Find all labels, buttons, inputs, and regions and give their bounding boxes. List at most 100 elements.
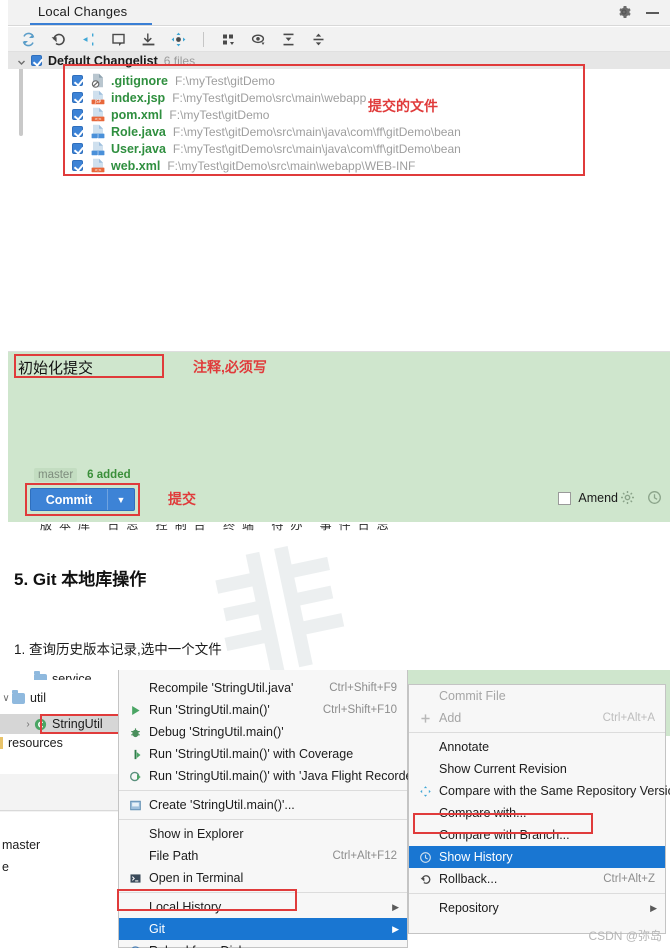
doc-step-1: 1. 查询历史版本记录,选中一个文件 (14, 642, 222, 657)
amend-checkbox-group[interactable]: Amend (558, 491, 618, 505)
shelve-silently-icon[interactable] (80, 31, 97, 48)
collapse-all-icon[interactable] (310, 31, 327, 48)
submenu-item-show-current-revision[interactable]: Show Current Revision (409, 758, 665, 780)
submenu-item-compare-with-branch[interactable]: Compare with Branch... (409, 824, 665, 846)
file-checkbox[interactable] (72, 109, 83, 120)
expand-all-icon[interactable] (280, 31, 297, 48)
minimize-icon[interactable] (646, 4, 662, 20)
list-item[interactable]: J User.java F:\myTest\gitDemo\src\main\j… (72, 140, 612, 157)
compare-icon (417, 783, 433, 799)
file-path: F:\myTest\gitDemo (174, 73, 275, 88)
context-menu[interactable]: Build Module 'utils' Recompile 'StringUt… (117, 670, 419, 948)
list-item[interactable]: .gitignore F:\myTest\gitDemo (72, 72, 612, 89)
commit-message-area: 初始化提交 注释,必须写 master 6 added Commit ▼ 提交 … (8, 352, 670, 522)
gear-icon[interactable] (620, 490, 635, 505)
chevron-right-icon: ▶ (392, 901, 399, 912)
refresh-icon[interactable] (20, 31, 37, 48)
file-checkbox[interactable] (72, 126, 83, 137)
changelist-checkbox[interactable] (31, 55, 42, 66)
menu-item-reload-from-disk[interactable]: Reload from Disk (119, 940, 407, 948)
menu-item-open-in-terminal[interactable]: Open in Terminal (119, 867, 407, 889)
history-icon[interactable] (647, 490, 662, 505)
list-item[interactable]: J Role.java F:\myTest\gitDemo\src\main\j… (72, 123, 612, 140)
file-checkbox[interactable] (72, 75, 83, 86)
chevron-right-icon: ▶ (650, 902, 657, 913)
submenu-item-rollback[interactable]: Rollback... Ctrl+Alt+Z (409, 868, 665, 890)
create-config-icon (127, 797, 143, 813)
list-item[interactable]: <> web.xml F:\myTest\gitDemo\src\main\we… (72, 157, 612, 174)
menu-item-label: Run 'StringUtil.main()' with 'Java Fligh… (149, 769, 420, 783)
chevron-right-icon[interactable]: › (22, 719, 34, 730)
menu-item-local-history[interactable]: Local History ▶ (119, 896, 407, 918)
list-scrollbar[interactable] (19, 58, 23, 136)
menu-item-build-module[interactable]: Build Module 'utils' (119, 670, 407, 677)
move-to-changelist-icon[interactable] (170, 31, 187, 48)
folder-icon (34, 670, 47, 680)
gear-icon[interactable] (616, 4, 632, 20)
submenu-item-show-history[interactable]: Show History (409, 846, 665, 868)
file-name: web.xml (111, 158, 161, 173)
file-path: F:\myTest\gitDemo\src\main\java\com\ff\g… (172, 141, 461, 156)
menu-item-run[interactable]: Run 'StringUtil.main()' Ctrl+Shift+F10 (119, 699, 407, 721)
panel-window-controls (616, 4, 662, 20)
submenu-item-add[interactable]: Add Ctrl+Alt+A (409, 707, 665, 729)
menu-item-label: Create 'StringUtil.main()'... (149, 798, 295, 812)
list-item[interactable]: <> pom.xml F:\myTest\gitDemo (72, 106, 612, 123)
rollback-icon[interactable] (50, 31, 67, 48)
submenu-item-commit-file[interactable]: Commit File (409, 685, 665, 707)
submenu-item-annotate[interactable]: Annotate (409, 736, 665, 758)
submenu-item-compare-same-repo[interactable]: Compare with the Same Repository Version (409, 780, 670, 802)
git-submenu[interactable]: Commit File Add Ctrl+Alt+A Annotate Show… (408, 684, 670, 934)
file-checkbox[interactable] (72, 92, 83, 103)
chevron-down-icon[interactable]: ∨ (0, 693, 12, 704)
submenu-item-compare-with[interactable]: Compare with... (409, 802, 665, 824)
blank-icon (127, 899, 143, 915)
page-title: 5. Git 本地库操作 (14, 570, 147, 589)
changelist-header-row[interactable]: Default Changelist 6 files (8, 52, 670, 69)
file-checkbox[interactable] (72, 160, 83, 171)
annotation-label-files: 提交的文件 (368, 98, 438, 114)
menu-item-git[interactable]: Git ▶ (119, 918, 407, 940)
tree-item-util[interactable]: ∨ util (0, 688, 46, 708)
menu-item-recompile[interactable]: Recompile 'StringUtil.java' Ctrl+Shift+F… (119, 677, 407, 699)
menu-item-label: Run 'StringUtil.main()' with Coverage (149, 747, 354, 761)
java-file-icon: J (91, 141, 105, 156)
chevron-down-icon[interactable] (16, 55, 27, 66)
annotation-label-message: 注释,必须写 (193, 359, 267, 375)
page-root: Local Changes Default Changelist 6 files… (0, 0, 670, 948)
group-by-icon[interactable] (220, 31, 237, 48)
submenu-item-repository[interactable]: Repository ▶ (409, 897, 665, 919)
file-checkbox[interactable] (72, 143, 83, 154)
menu-separator (119, 790, 407, 791)
file-name: .gitignore (111, 73, 168, 88)
amend-checkbox[interactable] (558, 491, 572, 505)
commit-footer-icons (620, 490, 662, 505)
menu-item-show-in-explorer[interactable]: Show in Explorer (119, 823, 407, 845)
menu-item-run-jfr[interactable]: Run 'StringUtil.main()' with 'Java Fligh… (119, 765, 419, 787)
changes-list[interactable]: Default Changelist 6 files .gitignore F:… (8, 52, 670, 352)
menu-item-debug[interactable]: Debug 'StringUtil.main()' (119, 721, 407, 743)
menu-item-label: Show Current Revision (439, 762, 567, 776)
list-item[interactable]: JSP index.jsp F:\myTest\gitDemo\src\main… (72, 89, 612, 106)
unshelve-icon[interactable] (140, 31, 157, 48)
tree-item-service[interactable]: service (0, 670, 92, 680)
blank-icon (417, 761, 433, 777)
preview-diff-icon[interactable] (250, 31, 267, 48)
blank-icon (127, 921, 143, 937)
watermark-credit: CSDN @弥岛 (588, 929, 662, 943)
status-bar-branch[interactable]: master (2, 838, 40, 852)
java-file-icon: J (91, 124, 105, 139)
tree-item-label: resources (8, 736, 63, 750)
tab-local-changes[interactable]: Local Changes (38, 4, 127, 19)
menu-item-run-coverage[interactable]: Run 'StringUtil.main()' with Coverage (119, 743, 407, 765)
tree-item-resources[interactable]: resources (0, 736, 63, 750)
blank-icon (417, 739, 433, 755)
menu-item-create-config[interactable]: Create 'StringUtil.main()'... (119, 794, 407, 816)
blank-icon (417, 827, 433, 843)
file-path: F:\myTest\gitDemo\src\main\webapp\WEB-IN… (167, 158, 416, 173)
svg-text:J: J (96, 150, 98, 156)
show-diff-icon[interactable] (110, 31, 127, 48)
menu-item-shortcut: Ctrl+Alt+Z (603, 873, 655, 885)
menu-item-file-path[interactable]: File Path Ctrl+Alt+F12 (119, 845, 407, 867)
menu-item-label: Reload from Disk (149, 944, 397, 948)
